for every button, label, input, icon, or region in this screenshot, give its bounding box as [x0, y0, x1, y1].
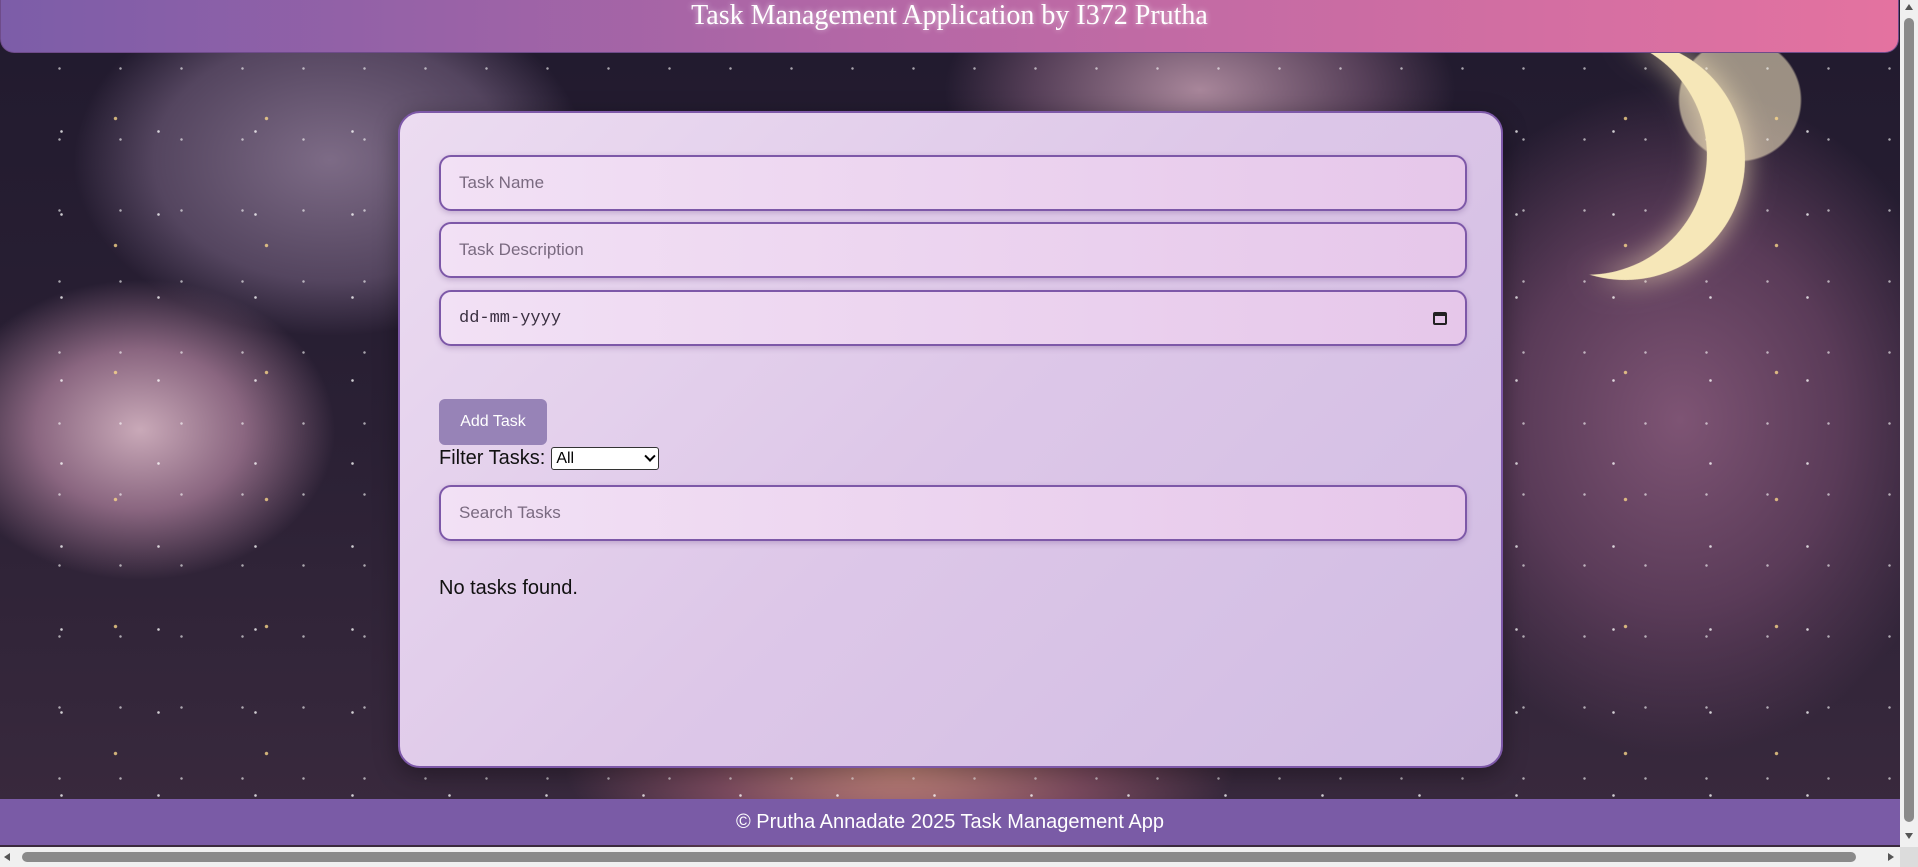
page-viewport: Task Management Application by I372 Prut…: [0, 0, 1900, 847]
scroll-left-icon[interactable]: [4, 853, 10, 861]
task-description-input[interactable]: Task Description: [439, 222, 1467, 278]
empty-tasks-message: No tasks found.: [439, 577, 578, 599]
filter-label: Filter Tasks:: [439, 447, 546, 469]
task-name-placeholder: Task Name: [459, 173, 545, 192]
calendar-icon[interactable]: [1433, 311, 1447, 325]
app-header: Task Management Application by I372 Prut…: [0, 0, 1899, 53]
app-title: Task Management Application by I372 Prut…: [691, 0, 1208, 31]
scroll-up-icon[interactable]: [1905, 4, 1913, 10]
date-placeholder: dd-mm-yyyy: [459, 308, 562, 328]
task-date-input[interactable]: dd-mm-yyyy: [439, 290, 1467, 346]
chevron-down-icon: [644, 450, 656, 462]
horizontal-scroll-thumb[interactable]: [22, 852, 1856, 862]
horizontal-scrollbar[interactable]: [0, 847, 1900, 867]
filter-row: Filter Tasks: All: [439, 447, 660, 470]
add-task-button[interactable]: Add Task: [439, 399, 547, 445]
scrollbar-corner: [1900, 847, 1918, 867]
app-footer: © Prutha Annadate 2025 Task Management A…: [0, 799, 1900, 845]
task-form-card: Task Name Task Description dd-mm-yyyy Ad…: [398, 111, 1503, 768]
task-description-placeholder: Task Description: [459, 240, 584, 259]
footer-text: © Prutha Annadate 2025 Task Management A…: [735, 810, 1164, 833]
filter-select[interactable]: All: [551, 447, 660, 470]
scroll-right-icon[interactable]: [1888, 853, 1894, 861]
add-task-button-label: Add Task: [460, 413, 526, 430]
vertical-scrollbar[interactable]: [1900, 0, 1918, 847]
search-input[interactable]: Search Tasks: [439, 485, 1467, 541]
task-name-input[interactable]: Task Name: [439, 155, 1467, 211]
vertical-scroll-thumb[interactable]: [1904, 18, 1914, 822]
filter-selected-value: All: [556, 449, 575, 467]
search-placeholder: Search Tasks: [459, 503, 561, 522]
scroll-down-icon[interactable]: [1905, 833, 1913, 839]
